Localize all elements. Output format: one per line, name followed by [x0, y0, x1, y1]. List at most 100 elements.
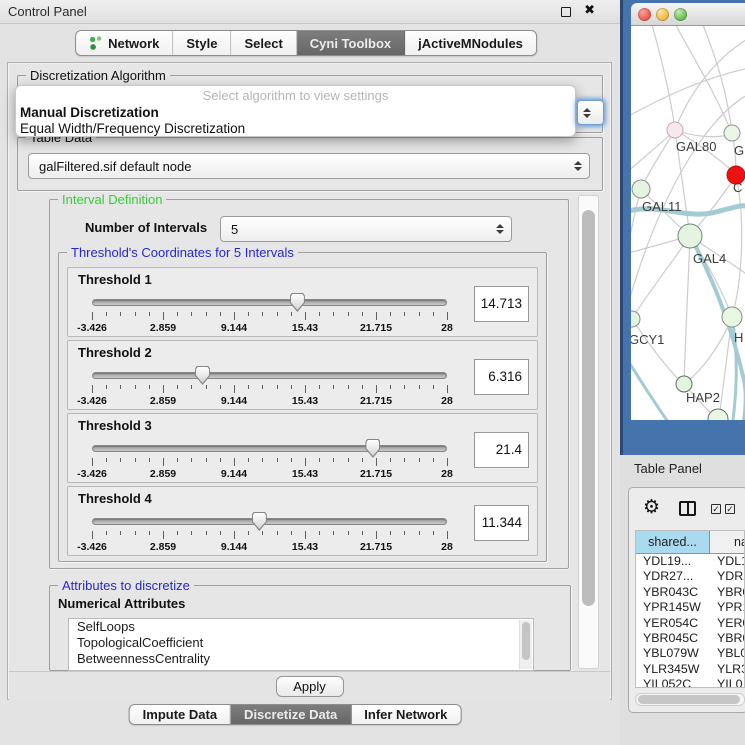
network-edge[interactable] [684, 236, 690, 384]
tab-jactivemnodules[interactable]: jActiveMNodules [405, 31, 536, 55]
scale-label: 9.144 [221, 468, 247, 480]
attribute-item[interactable]: BetweennessCentrality [69, 651, 533, 667]
group-title-thresholds: Threshold's Coordinates for 5 Intervals [67, 245, 298, 260]
network-node[interactable] [708, 409, 728, 420]
threshold-slider[interactable]: -3.4262.8599.14415.4321.71528 [92, 292, 447, 334]
minimize-traffic-light-icon[interactable] [656, 8, 669, 21]
network-edge[interactable] [631, 68, 745, 118]
tab-discretize-data[interactable]: Discretize Data [231, 705, 351, 724]
threshold-slider[interactable]: -3.4262.8599.14415.4321.71528 [92, 438, 447, 480]
attribute-item[interactable]: SelfLoops [69, 619, 533, 635]
threshold-value-box[interactable]: 14.713 [474, 286, 529, 322]
tab-impute-data[interactable]: Impute Data [130, 705, 231, 724]
tick-mark [291, 531, 292, 535]
tab-style[interactable]: Style [173, 31, 231, 55]
dropdown-item[interactable]: Manual Discretization [16, 105, 575, 121]
intervals-combobox[interactable]: 5 [220, 216, 512, 242]
algorithm-combobox-button[interactable] [577, 100, 604, 125]
slider-track[interactable] [92, 372, 447, 379]
threshold-value-box[interactable]: 6.316 [474, 359, 529, 395]
panel-scrollbar-thumb[interactable] [582, 210, 595, 606]
table-row[interactable]: YER054CYER0 [636, 616, 744, 631]
network-view-window[interactable]: GAL80GCGAL11GAL4GCY1HHAP2 [620, 0, 745, 455]
scale-label: -3.426 [77, 395, 107, 407]
table-row[interactable]: YBR045CYBR0 [636, 631, 744, 646]
list-scrollbar[interactable] [519, 620, 532, 669]
zoom-traffic-light-icon[interactable] [674, 8, 687, 21]
tick-mark [234, 312, 235, 320]
number-of-intervals-label: Number of Intervals [85, 220, 207, 235]
settings-gear-icon[interactable]: ⚙ [643, 496, 660, 518]
network-edge[interactable] [675, 38, 745, 130]
tick-mark [120, 531, 121, 535]
network-canvas[interactable]: GAL80GCGAL11GAL4GCY1HHAP2 [631, 26, 745, 420]
split-view-icon[interactable] [679, 501, 696, 516]
tab-infer-network[interactable]: Infer Network [351, 705, 460, 724]
tick-mark [234, 531, 235, 539]
network-node[interactable] [667, 122, 683, 138]
close-icon[interactable]: ✖ [584, 3, 595, 18]
threshold-value-box[interactable]: 21.4 [474, 432, 529, 468]
tab-select[interactable]: Select [231, 31, 296, 55]
tick-mark [277, 312, 278, 316]
dropdown-item[interactable]: Equal Width/Frequency Discretization [16, 121, 575, 137]
list-scrollbar-thumb[interactable] [522, 622, 530, 660]
network-node[interactable] [724, 125, 740, 141]
slider-thumb[interactable] [252, 512, 267, 531]
apply-button[interactable]: Apply [276, 676, 344, 697]
tick-mark [333, 531, 334, 535]
network-window-titlebar[interactable] [631, 3, 745, 26]
threshold-slider[interactable]: -3.4262.8599.14415.4321.71528 [92, 511, 447, 553]
slider-thumb[interactable] [290, 293, 305, 312]
slider-thumb[interactable] [365, 439, 380, 458]
table-horizontal-scrollbar[interactable] [635, 693, 745, 706]
numerical-attributes-list[interactable]: SelfLoopsTopologicalCoefficientBetweenne… [68, 618, 534, 671]
network-edge[interactable] [632, 319, 684, 384]
slider-scale-labels: -3.4262.8599.14415.4321.71528 [92, 541, 447, 553]
network-edge[interactable] [641, 130, 675, 189]
network-edge[interactable] [732, 175, 742, 317]
tab-cyni-toolbox[interactable]: Cyni Toolbox [297, 31, 405, 55]
network-node[interactable] [631, 311, 640, 327]
table-row[interactable]: YLR345WYLR3 [636, 662, 744, 677]
threshold-slider[interactable]: -3.4262.8599.14415.4321.71528 [92, 365, 447, 407]
table-row[interactable]: YBL079WYBL0 [636, 646, 744, 661]
slider-thumb[interactable] [195, 366, 210, 385]
network-thick-edge[interactable] [631, 356, 671, 420]
group-title-discretization-algorithm: Discretization Algorithm [26, 68, 170, 83]
table-data-combobox[interactable]: galFiltered.sif default node [28, 153, 590, 179]
network-graph[interactable]: GAL80GCGAL11GAL4GCY1HHAP2 [631, 26, 745, 420]
slider-track[interactable] [92, 299, 447, 306]
slider-track[interactable] [92, 445, 447, 452]
threshold-value-box[interactable]: 11.344 [474, 505, 529, 541]
threshold-label: Threshold 1 [78, 272, 152, 287]
checkbox-icon-1[interactable]: ✓ [711, 504, 721, 514]
cell-shared-name: YLR345W [636, 662, 710, 677]
slider-track[interactable] [92, 518, 447, 525]
network-edge[interactable] [632, 236, 690, 319]
column-header-shared[interactable]: shared... [636, 531, 710, 553]
slider-ticks [92, 385, 447, 394]
network-node[interactable] [632, 180, 650, 198]
network-node[interactable] [678, 224, 702, 248]
float-window-icon[interactable] [561, 7, 571, 17]
column-header-name[interactable]: na [710, 531, 744, 553]
network-edge[interactable] [651, 26, 675, 130]
table-row[interactable]: YIL052CYIL0 [636, 677, 744, 688]
close-traffic-light-icon[interactable] [638, 8, 651, 21]
table-row[interactable]: YBR043CYBR0 [636, 585, 744, 600]
checkbox-icon-2[interactable]: ✓ [725, 504, 735, 514]
table-row[interactable]: YDR27...YDR2 [636, 569, 744, 584]
table-row[interactable]: YDL19...YDL1 [636, 554, 744, 569]
scale-label: 15.43 [292, 395, 318, 407]
slider-scale-labels: -3.4262.8599.14415.4321.71528 [92, 468, 447, 480]
table-scrollbar-thumb[interactable] [638, 695, 740, 704]
panel-scrollbar[interactable] [578, 195, 599, 669]
attribute-item[interactable]: TopologicalCoefficient [69, 635, 533, 651]
network-node[interactable] [722, 307, 742, 327]
thresholds-group: Threshold's Coordinates for 5 Intervals … [58, 252, 547, 562]
tab-label: Network [108, 36, 159, 51]
tab-network[interactable]: Network [76, 31, 173, 55]
table-row[interactable]: YPR145WYPR1 [636, 600, 744, 615]
tick-mark [191, 385, 192, 389]
